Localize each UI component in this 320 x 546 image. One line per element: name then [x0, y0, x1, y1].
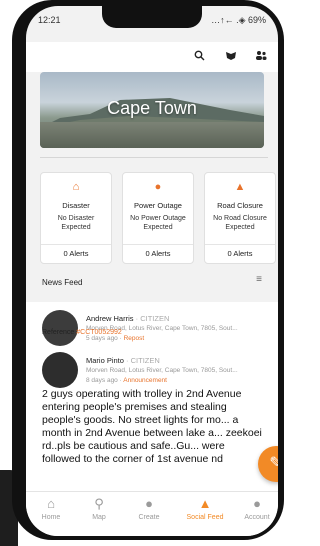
post-tag: Repost [123, 335, 145, 342]
avatar [42, 310, 78, 346]
road-closure-card[interactable]: ▲ Road Closure No Road Closure Expected … [204, 172, 276, 264]
search-icon[interactable] [192, 50, 206, 64]
status-indicators: …↑← .◈ 69% [211, 15, 266, 25]
status-bar: 12:21 …↑← .◈ 69% [38, 15, 266, 29]
card-title: Power Outage [134, 201, 182, 210]
post-meta: 8 days ago · Announcement [86, 377, 167, 384]
author-role: CITIZEN [140, 314, 170, 323]
post-time: 5 days ago [86, 335, 118, 342]
disaster-card[interactable]: ⌂ Disaster No Disaster Expected 0 Alerts [40, 172, 112, 264]
chat-icon: ● [145, 496, 153, 511]
nav-home[interactable]: ⌂ Home [30, 496, 72, 521]
post-reference: Reference #CCT0052992 [42, 329, 122, 336]
post-tag: Announcement [123, 377, 167, 384]
divider [40, 157, 268, 158]
power-outage-card[interactable]: ● Power Outage No Power Outage Expected … [122, 172, 194, 264]
nav-create-label: Create [138, 514, 160, 521]
author-role: CITIZEN [130, 356, 160, 365]
nav-account-label: Account [244, 514, 270, 521]
nav-create[interactable]: ● Create [128, 496, 170, 521]
megaphone-icon: ▲ [198, 496, 212, 511]
nav-social-feed[interactable]: ▲ Social Feed [178, 496, 232, 521]
card-alerts: 0 Alerts [205, 244, 275, 263]
users-icon[interactable] [254, 50, 268, 64]
road-worker-icon: ▲ [234, 181, 246, 193]
author-name: Andrew Harris [86, 314, 134, 323]
banner-title: Cape Town [107, 98, 197, 118]
avatar [42, 352, 78, 388]
author-name: Mario Pinto [86, 356, 124, 365]
card-alerts: 0 Alerts [123, 244, 193, 263]
bulb-icon: ● [154, 181, 162, 193]
city-banner: Cape Town [40, 72, 264, 148]
reference-id[interactable]: #CCT0052992 [76, 329, 122, 336]
city-image [40, 122, 264, 148]
account-icon: ● [253, 496, 261, 511]
filter-icon[interactable]: ≡ [256, 274, 262, 285]
edit-icon: ✎ [269, 455, 278, 472]
card-desc: No Disaster Expected [57, 215, 95, 231]
nav-social-feed-label: Social Feed [186, 514, 224, 521]
news-feed-label: News Feed [42, 278, 83, 287]
home-icon: ⌂ [47, 496, 55, 511]
house-alert-icon: ⌂ [72, 181, 80, 193]
card-title: Road Closure [217, 201, 263, 210]
nav-account[interactable]: ● Account [236, 496, 278, 521]
top-bar [26, 42, 278, 72]
nav-map-label: Map [92, 514, 106, 521]
post-author: Mario Pinto · CITIZEN [86, 356, 160, 365]
mask-icon[interactable] [224, 50, 238, 64]
card-desc: No Power Outage Expected [130, 215, 186, 231]
map-search-icon: ⚲ [94, 496, 104, 511]
app-screen: 12:21 …↑← .◈ 69% Cape Town ⌂ Disaster No… [26, 6, 278, 536]
card-title: Disaster [62, 201, 90, 210]
reference-label: Reference [42, 329, 75, 336]
status-time: 12:21 [38, 15, 61, 25]
nav-map[interactable]: ⚲ Map [78, 496, 120, 521]
bottom-navigation: ⌂ Home ⚲ Map ● Create ▲ Social Feed ● Ac… [26, 491, 278, 536]
post-time: 8 days ago [86, 377, 118, 384]
card-desc: No Road Closure Expected [213, 215, 267, 231]
feed-post[interactable]: Mario Pinto · CITIZEN Morven Road, Lotus… [26, 346, 278, 506]
alert-cards: ⌂ Disaster No Disaster Expected 0 Alerts… [40, 172, 278, 264]
post-text: 2 guys operating with trolley in 2nd Ave… [42, 388, 262, 465]
post-author: Andrew Harris · CITIZEN [86, 314, 170, 323]
post-address: Morven Road, Lotus River, Cape Town, 780… [86, 367, 238, 374]
post-meta: 5 days ago · Repost [86, 335, 145, 342]
card-alerts: 0 Alerts [41, 244, 111, 263]
nav-home-label: Home [41, 514, 61, 521]
